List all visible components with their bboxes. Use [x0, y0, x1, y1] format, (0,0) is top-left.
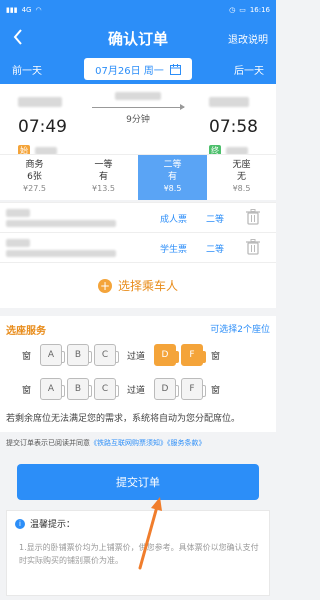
- trash-icon[interactable]: [246, 239, 260, 255]
- status-bar: ▮▮▮ 4G ◠ ◷ ▭ 16:16: [0, 0, 276, 20]
- signal-icon: ▮▮▮: [6, 6, 18, 14]
- window-label: 窗: [211, 351, 221, 362]
- prev-day-button[interactable]: 前一天: [12, 62, 42, 77]
- seat-tab-price: ¥13.5: [92, 184, 115, 193]
- clock-time: 16:16: [249, 6, 270, 14]
- window-label: 窗: [211, 385, 221, 396]
- seat-tab-availability: 无: [236, 172, 246, 182]
- departure-station-redacted: [18, 97, 62, 107]
- ticket-type-selector[interactable]: 成人票: [160, 212, 187, 225]
- duration-block: 9分钟: [92, 92, 185, 125]
- seat-c[interactable]: C: [94, 344, 119, 366]
- passenger-id-redacted: [6, 250, 116, 257]
- seat-tab-price: ¥8.5: [163, 184, 182, 193]
- seat-selection-panel: 选座服务 可选择2个座位 窗 A B C 过道 D F 窗 窗 A B C 过道…: [0, 316, 276, 432]
- window-label: 窗: [22, 385, 32, 396]
- aisle-label: 过道: [126, 351, 145, 362]
- seat-b[interactable]: B: [67, 344, 92, 366]
- seat-f[interactable]: F: [181, 344, 206, 366]
- seat-class-tabs: 商务 6张 ¥27.5 一等 有 ¥13.5 二等 有 ¥8.5 无座 无 ¥8…: [0, 154, 276, 200]
- refund-policy-link[interactable]: 退改说明: [228, 31, 268, 46]
- seat-tab-name: 商务: [25, 160, 44, 170]
- date-label: 07月26日 周一: [95, 65, 164, 77]
- add-passenger-label: 选择乘车人: [117, 279, 178, 293]
- seat-tab-first-class[interactable]: 一等 有 ¥13.5: [69, 155, 138, 200]
- seat-tab-name: 二等: [163, 160, 182, 170]
- seat-c[interactable]: C: [94, 378, 119, 400]
- tips-panel: i 温馨提示： 1.显示的卧铺票价均为上铺票价，供您参考。具体票价以您确认支付时…: [6, 510, 270, 596]
- seat-a[interactable]: A: [40, 344, 65, 366]
- plus-icon: +: [97, 278, 112, 293]
- seat-tab-name: 一等: [94, 160, 113, 170]
- add-passenger-button[interactable]: + 选择乘车人: [0, 262, 276, 308]
- arrival-block: 07:58 终: [209, 92, 258, 159]
- seat-tab-price: ¥8.5: [232, 184, 251, 193]
- departure-block: 07:49 始: [18, 92, 67, 159]
- date-picker[interactable]: 07月26日 周一: [84, 58, 192, 80]
- seat-class-selector[interactable]: 二等: [206, 212, 224, 225]
- ticket-type-selector[interactable]: 学生票: [160, 242, 187, 255]
- arrival-station-redacted: [209, 97, 249, 107]
- trash-icon[interactable]: [246, 209, 260, 225]
- calendar-icon: [169, 63, 181, 75]
- passenger-name-redacted: [6, 239, 30, 247]
- agreement-prefix: 提交订单表示已阅读并同意: [6, 439, 90, 447]
- arrival-time: 07:58: [209, 117, 258, 137]
- seat-selection-hint: 可选择2个座位: [210, 325, 270, 335]
- window-label: 窗: [22, 351, 32, 362]
- seat-tab-second-class[interactable]: 二等 有 ¥8.5: [138, 155, 207, 200]
- purchase-notice-link[interactable]: 《铁路互联网购票须知》: [90, 439, 167, 447]
- seat-d[interactable]: D: [154, 344, 179, 366]
- seat-row: 窗 A B C 过道 D F 窗: [22, 378, 229, 400]
- seat-a[interactable]: A: [40, 378, 65, 400]
- tips-title: 温馨提示：: [30, 520, 76, 530]
- seat-selection-title: 选座服务: [6, 326, 46, 337]
- battery-icon: ▭: [239, 6, 246, 14]
- agreement-text: 提交订单表示已阅读并同意《铁路互联网购票须知》《服务条款》: [6, 438, 206, 448]
- passenger-row: 成人票 二等: [0, 202, 276, 232]
- seat-tab-business[interactable]: 商务 6张 ¥27.5: [0, 155, 69, 200]
- submit-order-button[interactable]: 提交订单: [17, 464, 259, 500]
- seat-class-selector[interactable]: 二等: [206, 242, 224, 255]
- train-info-card: 07:49 始 9分钟 07:58 终: [0, 84, 276, 157]
- seat-tab-availability: 有: [98, 172, 108, 182]
- train-number-redacted: [115, 92, 161, 100]
- app-header: 确认订单 退改说明: [0, 20, 276, 56]
- route-arrow: [92, 104, 185, 110]
- passenger-row: 学生票 二等: [0, 232, 276, 262]
- passenger-name-redacted: [6, 209, 30, 217]
- seat-tab-no-seat[interactable]: 无座 无 ¥8.5: [207, 155, 276, 200]
- departure-time: 07:49: [18, 117, 67, 137]
- network-label: 4G: [21, 6, 32, 14]
- tips-body: 1.显示的卧铺票价均为上铺票价，供您参考。具体票价以您确认支付时实际购买的铺别票…: [19, 543, 259, 565]
- wifi-icon: ◠: [35, 6, 42, 14]
- aisle-label: 过道: [126, 385, 145, 396]
- seat-b[interactable]: B: [67, 378, 92, 400]
- seat-row: 窗 A B C 过道 D F 窗: [22, 344, 229, 366]
- trip-duration: 9分钟: [126, 115, 150, 125]
- passenger-id-redacted: [6, 220, 116, 227]
- seat-f[interactable]: F: [181, 378, 206, 400]
- seat-allocation-note: 若剩余席位无法满足您的需求，系统将自动为您分配席位。: [6, 414, 241, 424]
- seat-tab-availability: 6张: [27, 172, 42, 182]
- terms-link[interactable]: 《服务条款》: [167, 439, 206, 447]
- seat-d[interactable]: D: [154, 378, 179, 400]
- alarm-icon: ◷: [229, 6, 236, 14]
- date-bar: 前一天 07月26日 周一 后一天: [0, 56, 276, 84]
- seat-tab-price: ¥27.5: [23, 184, 46, 193]
- tips-header: i 温馨提示：: [15, 517, 75, 530]
- next-day-button[interactable]: 后一天: [234, 62, 264, 77]
- info-icon: i: [15, 518, 25, 529]
- seat-tab-name: 无座: [232, 160, 251, 170]
- seat-tab-availability: 有: [167, 172, 177, 182]
